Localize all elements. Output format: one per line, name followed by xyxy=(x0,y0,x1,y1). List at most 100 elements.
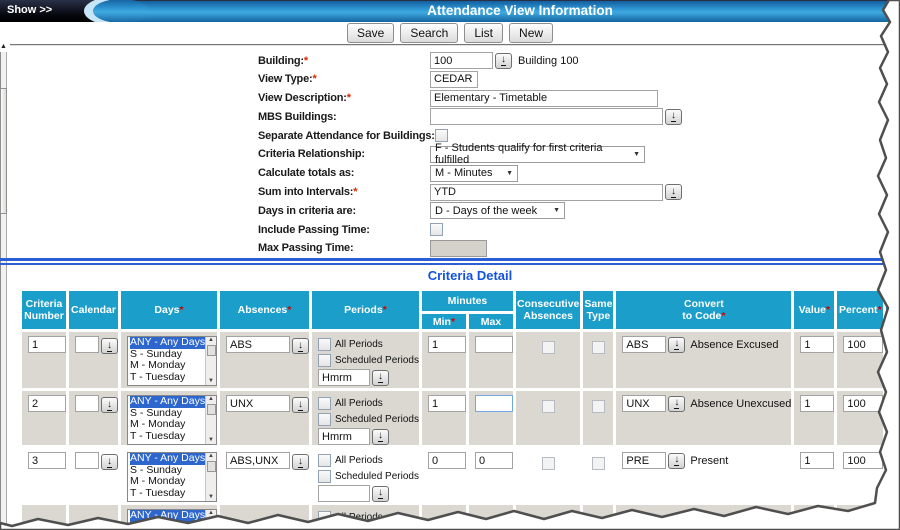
scroll-thumb[interactable] xyxy=(207,345,216,356)
absences-lookup-button[interactable]: ↓ xyxy=(292,397,309,413)
absences-input[interactable] xyxy=(226,395,290,412)
convert-code-input[interactable] xyxy=(622,336,666,353)
period-lookup-button[interactable]: ↓ xyxy=(372,486,389,502)
list-item[interactable]: M - Monday xyxy=(130,419,205,431)
absences-input[interactable] xyxy=(226,336,290,353)
convert-code-input[interactable] xyxy=(622,452,666,469)
calendar-lookup-button[interactable]: ↓ xyxy=(101,338,118,354)
max-input[interactable] xyxy=(475,395,513,412)
left-scrollbar[interactable] xyxy=(0,52,7,530)
percent-input[interactable] xyxy=(843,395,883,412)
sum-intervals-lookup-button[interactable]: ↓ xyxy=(665,184,682,200)
calendar-input[interactable] xyxy=(75,395,99,412)
form-row-days-in-criteria: Days in criteria are: D - Days of the we… xyxy=(258,202,682,219)
convert-code-input[interactable] xyxy=(622,395,666,412)
list-item[interactable]: ANY - Any Days xyxy=(130,396,205,408)
percent-input[interactable] xyxy=(843,336,883,353)
scheduled-periods-checkbox[interactable] xyxy=(318,470,331,483)
calculate-totals-select[interactable]: M - Minutes▼ xyxy=(430,165,518,182)
calendar-input[interactable] xyxy=(75,452,99,469)
convert-code-lookup-button[interactable]: ↓ xyxy=(668,337,685,353)
building-lookup-button[interactable]: ↓ xyxy=(495,53,512,69)
calendar-lookup-button[interactable]: ↓ xyxy=(101,397,118,413)
include-passing-checkbox[interactable] xyxy=(430,223,443,236)
list-item[interactable]: ANY - Any Days xyxy=(130,510,205,522)
building-input[interactable] xyxy=(430,52,493,69)
chevron-down-icon: ▼ xyxy=(633,151,640,158)
show-menu-toggle[interactable]: Show >> xyxy=(7,4,52,16)
scroll-up-icon[interactable]: ▲ xyxy=(208,337,214,344)
days-listbox[interactable]: ANY - Any Days S - Sunday M - Monday T -… xyxy=(127,452,217,502)
absences-lookup-button[interactable]: ↓ xyxy=(292,338,309,354)
scroll-up-icon[interactable]: ▲ xyxy=(0,43,7,50)
scroll-up-icon[interactable]: ▲ xyxy=(208,510,214,517)
days-listbox[interactable]: ANY - Any Days S - Sunday M - Monday T -… xyxy=(127,395,217,445)
listbox-scrollbar[interactable]: ▲ ▼ xyxy=(205,337,216,385)
days-listbox[interactable]: ANY - Any Days S - Sunday M - Monday T -… xyxy=(127,509,217,530)
min-input[interactable] xyxy=(428,336,466,353)
save-button[interactable]: Save xyxy=(347,23,394,43)
days-listbox[interactable]: ANY - Any Days S - Sunday M - Monday T -… xyxy=(127,336,217,386)
convert-code-lookup-button[interactable]: ↓ xyxy=(668,396,685,412)
list-item[interactable]: M - Monday xyxy=(130,360,205,372)
all-periods-checkbox[interactable] xyxy=(318,338,331,351)
scroll-thumb[interactable] xyxy=(207,404,216,415)
list-item[interactable]: T - Tuesday xyxy=(130,488,205,500)
scroll-thumb[interactable] xyxy=(207,461,216,472)
mbs-buildings-input[interactable] xyxy=(430,108,663,125)
percent-input[interactable] xyxy=(843,452,883,469)
days-in-criteria-select[interactable]: D - Days of the week▼ xyxy=(430,202,565,219)
period-lookup-button[interactable]: ↓ xyxy=(372,370,389,386)
scrollbar-thumb[interactable] xyxy=(0,88,7,214)
list-item[interactable]: ANY - Any Days xyxy=(130,337,205,349)
criteria-number-input[interactable] xyxy=(28,336,66,353)
listbox-scrollbar[interactable]: ▲ ▼ xyxy=(205,453,216,501)
list-item[interactable]: T - Tuesday xyxy=(130,372,205,384)
value-input[interactable] xyxy=(800,336,834,353)
sum-intervals-input[interactable] xyxy=(430,184,663,201)
listbox-scrollbar[interactable]: ▲ ▼ xyxy=(205,510,216,530)
scheduled-periods-checkbox[interactable] xyxy=(318,354,331,367)
period-input[interactable] xyxy=(318,428,370,445)
min-input[interactable] xyxy=(428,452,466,469)
view-description-input[interactable] xyxy=(430,90,658,107)
scroll-up-icon[interactable]: ▲ xyxy=(208,453,214,460)
absences-lookup-button[interactable]: ↓ xyxy=(292,454,309,470)
scroll-down-icon[interactable]: ▼ xyxy=(208,437,214,444)
calendar-input[interactable] xyxy=(75,336,99,353)
view-type-input[interactable] xyxy=(430,71,478,88)
period-input[interactable] xyxy=(318,369,370,386)
scroll-thumb[interactable] xyxy=(207,518,216,529)
value-input[interactable] xyxy=(800,452,834,469)
scheduled-periods-checkbox[interactable] xyxy=(318,413,331,426)
convert-code-lookup-button[interactable]: ↓ xyxy=(668,453,685,469)
separate-attendance-checkbox[interactable] xyxy=(435,129,448,142)
list-button[interactable]: List xyxy=(464,23,503,43)
search-button[interactable]: Search xyxy=(400,23,458,43)
scroll-down-icon[interactable]: ▼ xyxy=(208,494,214,501)
calendar-lookup-button[interactable]: ↓ xyxy=(101,454,118,470)
max-input[interactable] xyxy=(475,336,513,353)
criteria-relationship-select[interactable]: F - Students qualify for first criteria … xyxy=(430,146,645,163)
criteria-number-input[interactable] xyxy=(28,395,66,412)
period-lookup-button[interactable]: ↓ xyxy=(372,429,389,445)
chevron-down-icon: ▼ xyxy=(553,207,560,214)
scroll-up-icon[interactable]: ▲ xyxy=(208,396,214,403)
criteria-number-input[interactable] xyxy=(28,452,66,469)
listbox-scrollbar[interactable]: ▲ ▼ xyxy=(205,396,216,444)
scroll-down-icon[interactable]: ▼ xyxy=(208,378,214,385)
absences-input[interactable] xyxy=(226,452,290,469)
all-periods-checkbox[interactable] xyxy=(318,454,331,467)
list-item[interactable]: M - Monday xyxy=(130,476,205,488)
all-periods-checkbox[interactable] xyxy=(318,511,331,524)
list-item[interactable]: S - Sunday xyxy=(130,522,205,530)
new-button[interactable]: New xyxy=(509,23,553,43)
min-input[interactable] xyxy=(428,395,466,412)
value-input[interactable] xyxy=(800,395,834,412)
all-periods-checkbox[interactable] xyxy=(318,397,331,410)
list-item[interactable]: ANY - Any Days xyxy=(130,453,205,465)
list-item[interactable]: T - Tuesday xyxy=(130,431,205,443)
mbs-buildings-lookup-button[interactable]: ↓ xyxy=(665,109,682,125)
max-input[interactable] xyxy=(475,452,513,469)
period-input[interactable] xyxy=(318,485,370,502)
